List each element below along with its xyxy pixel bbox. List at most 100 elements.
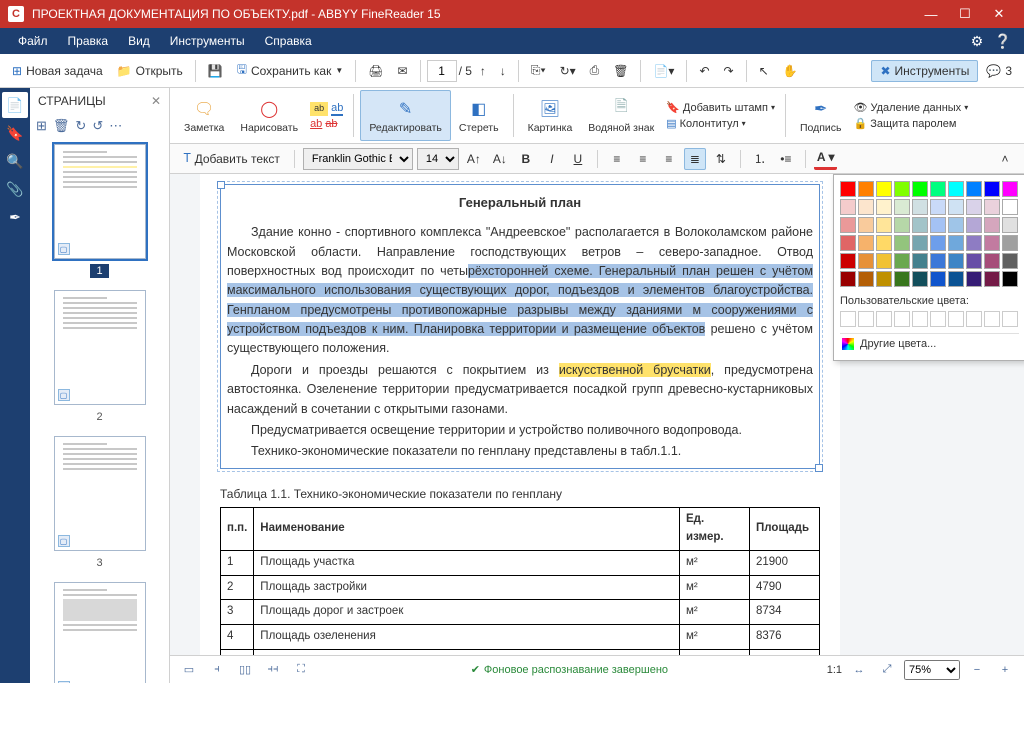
color-swatch[interactable] [840,235,856,251]
color-swatch[interactable] [858,271,874,287]
color-swatch[interactable] [948,271,964,287]
color-swatch[interactable] [1002,271,1018,287]
page-input[interactable] [427,60,457,82]
zoom-select[interactable]: 75% [904,660,960,680]
color-swatch[interactable] [984,181,1000,197]
color-swatch[interactable] [966,271,982,287]
view-book-icon[interactable]: ⫞⫞ [262,659,284,681]
delete-page-icon[interactable]: 🗑 [53,118,70,134]
close-button[interactable]: ✕ [982,0,1016,28]
new-task-button[interactable]: ⊞Новая задача [6,58,109,84]
rail-bookmarks-icon[interactable]: 🔖 [2,120,28,146]
fit-width-icon[interactable]: ↔ [848,659,870,681]
rotate-ccw-icon[interactable]: ↺ [92,118,103,134]
color-swatch[interactable] [858,235,874,251]
color-swatch[interactable] [912,253,928,269]
custom-swatch[interactable] [966,311,982,327]
color-swatch[interactable] [912,235,928,251]
color-swatch[interactable] [948,217,964,233]
font-color-button[interactable]: A ▾ [814,148,838,170]
rail-search-icon[interactable]: 🔍 [2,148,28,174]
align-center-icon[interactable]: ≡ [632,148,654,170]
font-shrink-icon[interactable]: A↓ [489,148,511,170]
rotate-cw-icon[interactable]: ↻ [75,118,86,134]
color-swatch[interactable] [894,199,910,215]
strikethrough-icon[interactable]: ab [325,118,337,130]
zoom-in-icon[interactable]: + [994,659,1016,681]
pointer-icon[interactable]: ↖ [753,58,775,84]
align-justify-icon[interactable]: ≣ [684,148,706,170]
color-swatch[interactable] [930,181,946,197]
color-swatch[interactable] [858,181,874,197]
custom-swatch[interactable] [894,311,910,327]
color-swatch[interactable] [966,235,982,251]
rotate-left-icon[interactable]: ↻▾ [554,58,582,84]
color-swatch[interactable] [912,181,928,197]
view-facing-icon[interactable]: ▯▯ [234,659,256,681]
custom-swatch[interactable] [984,311,1000,327]
color-swatch[interactable] [876,271,892,287]
view-continuous-icon[interactable]: ⫞ [206,659,228,681]
convert-icon[interactable]: 📄▾ [647,58,680,84]
thumbnail-3[interactable]: ▢ [54,436,146,551]
edit-text-button[interactable]: ✎Редактировать [360,90,451,141]
color-swatch[interactable] [984,199,1000,215]
color-swatch[interactable] [1002,235,1018,251]
thumbnail-2[interactable]: ▢ [54,290,146,405]
underline-text-icon[interactable]: U [567,148,589,170]
color-swatch[interactable] [948,253,964,269]
color-swatch[interactable] [948,181,964,197]
color-swatch[interactable] [966,181,982,197]
custom-swatch[interactable] [840,311,856,327]
color-swatch[interactable] [930,217,946,233]
rail-signatures-icon[interactable]: ✒ [2,204,28,230]
color-swatch[interactable] [876,217,892,233]
color-swatch[interactable] [984,235,1000,251]
tools-panel-button[interactable]: ✖Инструменты [871,60,978,82]
italic-icon[interactable]: I [541,148,563,170]
menu-view[interactable]: Вид [118,30,160,52]
menu-help[interactable]: Справка [255,30,322,52]
undo-icon[interactable]: ↶ [693,58,715,84]
color-swatch[interactable] [930,199,946,215]
page-content[interactable]: Генеральный план Здание конно - спортивн… [200,174,840,655]
picture-button[interactable]: 🖼Картинка [520,90,581,141]
color-swatch[interactable] [966,199,982,215]
note-button[interactable]: 🗨Заметка [176,90,232,141]
save-icon[interactable]: 💾 [202,58,229,84]
color-swatch[interactable] [984,271,1000,287]
align-right-icon[interactable]: ≡ [658,148,680,170]
draw-button[interactable]: ◯Нарисовать [232,90,306,141]
list-bullets-icon[interactable]: •≡ [775,148,797,170]
mail-icon[interactable]: ✉ [392,58,414,84]
font-grow-icon[interactable]: A↑ [463,148,485,170]
list-numbered-icon[interactable]: ⒈ [749,148,771,170]
color-swatch[interactable] [912,217,928,233]
color-swatch[interactable] [876,235,892,251]
color-swatch[interactable] [858,199,874,215]
color-swatch[interactable] [1002,217,1018,233]
color-swatch[interactable] [984,217,1000,233]
font-size-select[interactable]: 14 [417,148,459,170]
more-colors-button[interactable]: Другие цвета... [840,333,1019,354]
highlight-blue-icon[interactable]: ab [331,102,343,116]
color-swatch[interactable] [858,253,874,269]
add-stamp-button[interactable]: 🔖Добавить штамп▾ [662,100,779,115]
sign-button[interactable]: ✒Подпись [792,90,850,141]
add-text-button[interactable]: Ꭲ Добавить текст [178,148,286,170]
delete-data-button[interactable]: 👁Удаление данных▾ [850,100,973,115]
color-swatch[interactable] [912,199,928,215]
color-swatch[interactable] [840,199,856,215]
text-edit-frame[interactable]: Генеральный план Здание конно - спортивн… [220,184,820,469]
menu-tools[interactable]: Инструменты [160,30,255,52]
rail-attachments-icon[interactable]: 📎 [2,176,28,202]
menu-edit[interactable]: Правка [58,30,119,52]
settings-icon[interactable]: ⚙ [964,28,990,54]
header-footer-button[interactable]: ▤Колонтитул▾ [662,116,779,131]
color-swatch[interactable] [930,253,946,269]
password-button[interactable]: 🔒Защита паролем [850,116,973,131]
minimize-button[interactable]: — [914,0,948,28]
menu-file[interactable]: Файл [8,30,58,52]
color-swatch[interactable] [858,217,874,233]
view-single-icon[interactable]: ▭ [178,659,200,681]
